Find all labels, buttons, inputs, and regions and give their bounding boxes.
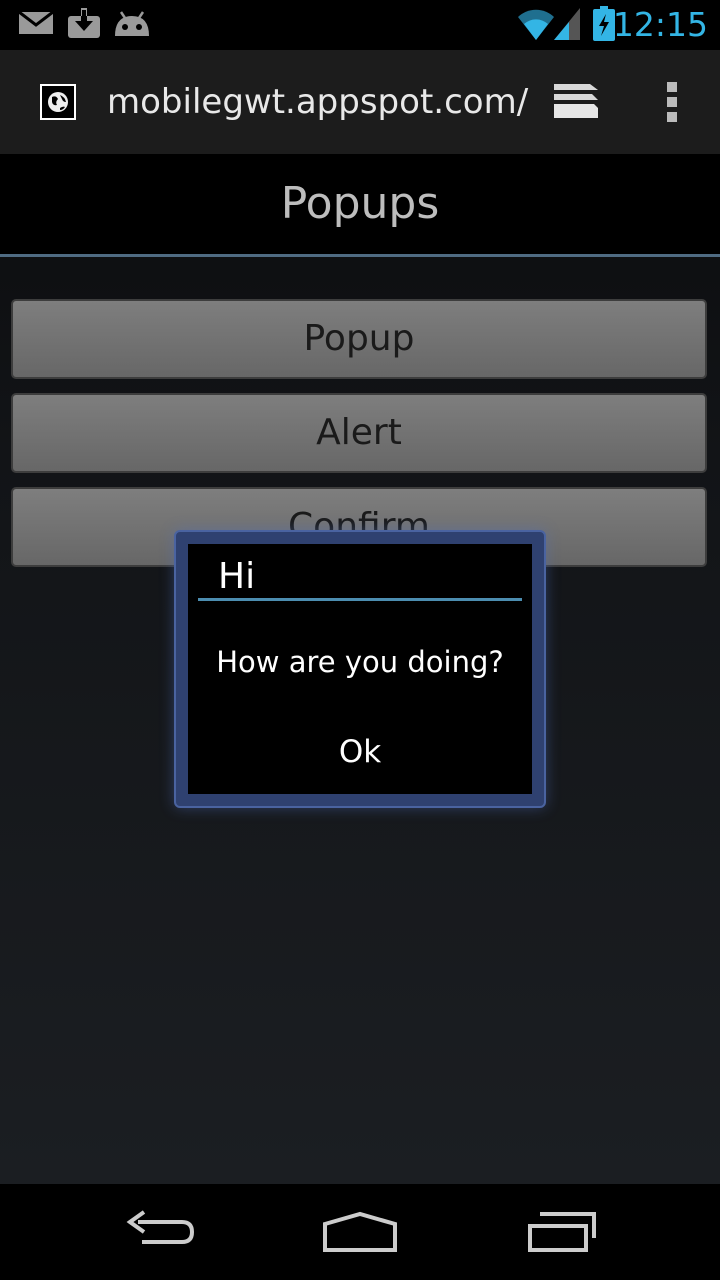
url-bar[interactable]: mobilegwt.appspot.com/ [107,80,528,124]
wifi-icon [516,6,556,46]
dialog-divider [198,598,522,601]
alert-button[interactable]: Alert [11,393,707,473]
dialog-message: How are you doing? [216,645,504,679]
globe-icon[interactable] [40,84,76,120]
gmail-icon [18,8,54,42]
ok-button[interactable]: Ok [310,730,410,774]
signal-icon [552,6,582,46]
status-time: 12:15 [612,5,708,44]
browser-toolbar: mobilegwt.appspot.com/ [0,50,720,154]
status-bar: 12:15 [0,0,720,50]
page-title: Popups [280,178,440,229]
download-icon [66,8,102,44]
page-header: Popups [0,154,720,257]
alert-dialog: Hi How are you doing? Ok [174,530,546,808]
nav-bar [0,1184,720,1280]
recent-apps-icon[interactable] [526,1208,598,1260]
popup-button[interactable]: Popup [11,299,707,379]
home-icon[interactable] [322,1208,398,1260]
screen: 12:15 mobilegwt.appspot.com/ Popups Popu… [0,0,720,1280]
tabs-icon[interactable] [550,80,602,126]
overflow-menu-icon[interactable] [658,80,686,128]
dialog-title: Hi [218,556,256,597]
android-icon [112,8,152,42]
dialog-body: Hi How are you doing? Ok [188,544,532,794]
back-icon[interactable] [124,1208,196,1260]
